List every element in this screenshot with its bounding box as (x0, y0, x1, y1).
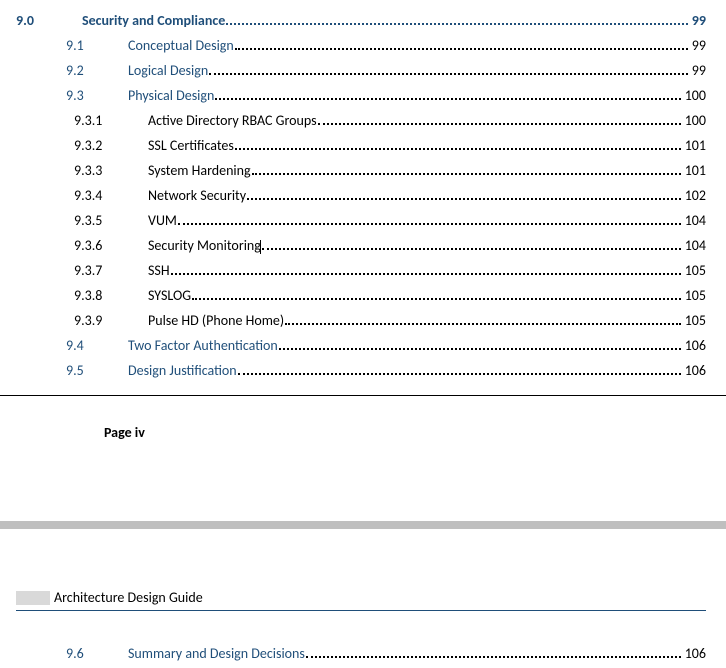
toc-leader-dots (192, 290, 681, 300)
toc-page-number: 106 (685, 335, 706, 356)
toc-leader-dots (215, 90, 680, 100)
toc-page-number: 105 (685, 310, 706, 331)
toc-title: Network Security (148, 185, 246, 206)
toc-number: 9.3.5 (74, 210, 148, 231)
toc-leader-dots (238, 365, 681, 375)
toc-leader-dots (209, 65, 688, 75)
toc-title: Logical Design (128, 60, 208, 81)
toc-entry[interactable]: 9.3.2SSL Certificates 101 (74, 135, 706, 156)
toc-entry[interactable]: 9.0Security and Compliance 99 (16, 10, 706, 31)
toc-title: SYSLOG (148, 285, 191, 306)
toc-leader-dots (252, 165, 681, 175)
toc-number: 9.3.8 (74, 285, 148, 306)
toc-number: 9.2 (66, 60, 128, 81)
guide-header: Architecture Design Guide (0, 589, 726, 606)
toc-title: System Hardening (148, 160, 251, 181)
toc-title: Security and Compliance (82, 10, 225, 31)
toc-entry[interactable]: 9.1Conceptual Design 99 (66, 35, 706, 56)
toc-number: 9.0 (16, 10, 82, 31)
toc-title: Physical Design (128, 85, 214, 106)
toc-entry[interactable]: 9.2Logical Design 99 (66, 60, 706, 81)
toc-title: VUM (148, 210, 177, 231)
toc-page-number: 104 (685, 235, 706, 256)
toc-page-number: 104 (685, 210, 706, 231)
toc-leader-dots (247, 190, 681, 200)
divider (0, 395, 726, 396)
guide-title: Architecture Design Guide (54, 589, 203, 606)
toc-page-number: 99 (692, 35, 706, 56)
toc-title: Security Monitoring (148, 235, 261, 256)
toc-page-number: 101 (685, 160, 706, 181)
toc-entry[interactable]: 9.3.3System Hardening 101 (74, 160, 706, 181)
toc-page-number: 100 (685, 110, 706, 131)
toc-title: Conceptual Design (128, 35, 234, 56)
toc-title: Two Factor Authentication (128, 335, 278, 356)
toc-entry[interactable]: 9.5Design Justification 106 (66, 360, 706, 381)
toc-entry[interactable]: 9.3.4Network Security 102 (74, 185, 706, 206)
toc-leader-dots (235, 40, 688, 50)
toc-leader-dots (262, 240, 681, 250)
toc-page-number: 100 (685, 85, 706, 106)
toc-number: 9.4 (66, 335, 128, 356)
toc-entry[interactable]: 9.3.9Pulse HD (Phone Home) 105 (74, 310, 706, 331)
toc-entry[interactable]: 9.3Physical Design 100 (66, 85, 706, 106)
toc-page-number: 106 (685, 360, 706, 381)
toc-leader-dots (318, 115, 681, 125)
toc-leader-dots (285, 315, 681, 325)
toc-leader-dots (178, 215, 681, 225)
toc-leader-dots (235, 140, 681, 150)
toc-page-number: 105 (685, 260, 706, 281)
toc-number: 9.3.7 (74, 260, 148, 281)
toc-number: 9.6 (66, 643, 128, 664)
toc-page-number: 99 (692, 60, 706, 81)
toc-title: Active Directory RBAC Groups (148, 110, 317, 131)
toc-leader-dots (171, 265, 681, 275)
toc-entry[interactable]: 9.3.5VUM 104 (74, 210, 706, 231)
toc-number: 9.3 (66, 85, 128, 106)
text-cursor (260, 240, 261, 254)
toc-page-number: 99 (692, 10, 706, 31)
toc-title: Design Justification (128, 360, 237, 381)
toc-number: 9.3.4 (74, 185, 148, 206)
toc-number: 9.3.1 (74, 110, 148, 131)
toc-entry[interactable]: 9.3.1Active Directory RBAC Groups 100 (74, 110, 706, 131)
toc-title: SSH (148, 260, 170, 281)
logo-placeholder (16, 591, 50, 605)
toc-page-number: 106 (685, 643, 706, 664)
toc-page-1: 9.0Security and Compliance999.1Conceptua… (0, 0, 726, 381)
page-number-marker: Page iv (104, 424, 726, 441)
toc-number: 9.3.6 (74, 235, 148, 256)
toc-entry[interactable]: 9.3.8SYSLOG 105 (74, 285, 706, 306)
toc-page-2: 9.6Summary and Design Decisions 106 (0, 611, 726, 664)
toc-leader-dots (279, 340, 681, 350)
spacer (0, 441, 726, 521)
toc-leader-dots (226, 15, 688, 25)
toc-number: 9.3.9 (74, 310, 148, 331)
toc-page-number: 105 (685, 285, 706, 306)
toc-number: 9.3.2 (74, 135, 148, 156)
toc-leader-dots (306, 648, 681, 658)
toc-entry[interactable]: 9.3.6Security Monitoring 104 (74, 235, 706, 256)
toc-number: 9.3.3 (74, 160, 148, 181)
toc-page-number: 101 (685, 135, 706, 156)
toc-number: 9.1 (66, 35, 128, 56)
toc-title: SSL Certificates (148, 135, 234, 156)
toc-entry[interactable]: 9.3.7SSH 105 (74, 260, 706, 281)
toc-page-number: 102 (685, 185, 706, 206)
toc-entry[interactable]: 9.6Summary and Design Decisions 106 (66, 643, 706, 664)
spacer (0, 529, 726, 589)
toc-number: 9.5 (66, 360, 128, 381)
toc-entry[interactable]: 9.4Two Factor Authentication 106 (66, 335, 706, 356)
page-separator (0, 521, 726, 529)
toc-title: Summary and Design Decisions (128, 643, 305, 664)
toc-title: Pulse HD (Phone Home) (148, 310, 284, 331)
